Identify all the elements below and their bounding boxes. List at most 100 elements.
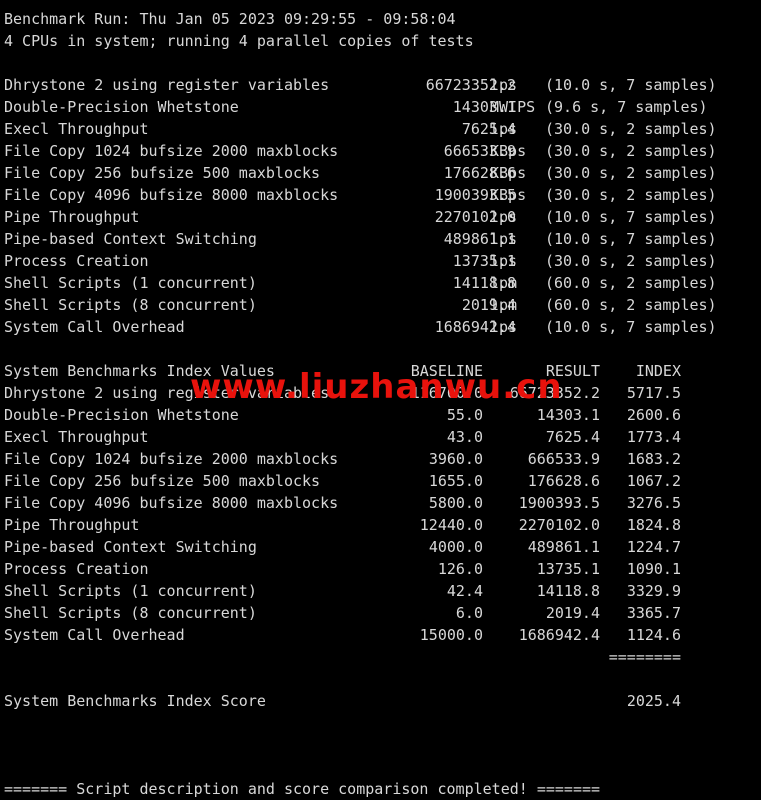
index-score-row: System Benchmarks Index Score 2025.4 xyxy=(4,690,761,712)
result-name: File Copy 256 bufsize 500 maxblocks xyxy=(4,164,321,182)
result-unit: lps xyxy=(490,76,518,94)
index-row-result: 176628.6 xyxy=(527,472,600,490)
index-row-index: 1224.7 xyxy=(626,538,681,556)
result-samples: (30.0 s, 2 samples) xyxy=(545,252,717,270)
index-row-baseline: 12440.0 xyxy=(419,516,483,534)
index-row-name: File Copy 1024 bufsize 2000 maxblocks xyxy=(4,450,339,468)
result-samples: (60.0 s, 2 samples) xyxy=(545,296,717,314)
result-row: Double-Precision Whetstone 14303.1 MWIPS (9… xyxy=(4,96,761,118)
index-row-index: 1090.1 xyxy=(626,560,681,578)
index-row: File Copy 256 bufsize 500 maxblocks 1655.… xyxy=(4,470,761,492)
result-row: File Copy 4096 bufsize 8000 maxblocks 190… xyxy=(4,184,761,206)
index-row-name: File Copy 4096 bufsize 8000 maxblocks xyxy=(4,494,339,512)
index-row: Execl Throughput 43.0 7625.4 1773.4 xyxy=(4,426,761,448)
index-row-index: 2600.6 xyxy=(626,406,681,424)
result-name: Shell Scripts (1 concurrent) xyxy=(4,274,257,292)
result-unit: lps xyxy=(490,252,518,270)
index-row: Shell Scripts (1 concurrent) 42.4 14118.8 3… xyxy=(4,580,761,602)
result-samples: (10.0 s, 7 samples) xyxy=(545,230,717,248)
index-separator-row: ======== xyxy=(4,646,761,668)
index-row-index: 1773.4 xyxy=(626,428,681,446)
index-row: Pipe Throughput 12440.0 2270102.0 1824.8 xyxy=(4,514,761,536)
index-row-name: Process Creation xyxy=(4,560,149,578)
result-unit: lps xyxy=(490,208,518,226)
raw-results-list: Dhrystone 2 using register variables 6672… xyxy=(4,74,761,338)
index-row-result: 666533.9 xyxy=(527,450,600,468)
result-name: Dhrystone 2 using register variables xyxy=(4,76,330,94)
index-row-result: 7625.4 xyxy=(545,428,600,446)
index-row-result: 1686942.4 xyxy=(518,626,600,644)
result-row: System Call Overhead 1686942.4 lps (10.0 s,… xyxy=(4,316,761,338)
result-samples: (60.0 s, 2 samples) xyxy=(545,274,717,292)
index-row-result: 14118.8 xyxy=(536,582,600,600)
index-row-result: 14303.1 xyxy=(536,406,600,424)
result-samples: (30.0 s, 2 samples) xyxy=(545,186,717,204)
index-row-result: 489861.1 xyxy=(527,538,600,556)
index-row-name: System Call Overhead xyxy=(4,626,185,644)
index-row-index: 3276.5 xyxy=(626,494,681,512)
watermark-text: www.liuzhanwu.cn xyxy=(190,367,563,407)
result-unit: lps xyxy=(490,230,518,248)
index-row-baseline: 42.4 xyxy=(446,582,483,600)
result-unit: MWIPS xyxy=(490,98,536,116)
index-row: Process Creation 126.0 13735.1 1090.1 xyxy=(4,558,761,580)
index-row-index: 1067.2 xyxy=(626,472,681,490)
result-unit: lps xyxy=(490,120,518,138)
result-samples: (30.0 s, 2 samples) xyxy=(545,120,717,138)
index-row-index: 1124.6 xyxy=(626,626,681,644)
index-row-name: Shell Scripts (1 concurrent) xyxy=(4,582,257,600)
index-row-baseline: 1655.0 xyxy=(428,472,483,490)
index-row-baseline: 4000.0 xyxy=(428,538,483,556)
index-row-baseline: 126.0 xyxy=(437,560,483,578)
index-row-index: 1824.8 xyxy=(626,516,681,534)
index-row-result: 2270102.0 xyxy=(518,516,600,534)
cpu-info-line: 4 CPUs in system; running 4 parallel cop… xyxy=(4,32,474,50)
index-row: File Copy 1024 bufsize 2000 maxblocks 396… xyxy=(4,448,761,470)
result-unit: KBps xyxy=(490,164,527,182)
index-row-name: File Copy 256 bufsize 500 maxblocks xyxy=(4,472,321,490)
index-table-rows: Dhrystone 2 using register variables 1167… xyxy=(4,382,761,646)
completion-line: ======= Script description and score com… xyxy=(4,780,601,798)
result-unit: lpm xyxy=(490,296,518,314)
index-row-name: Double-Precision Whetstone xyxy=(4,406,239,424)
index-row-index: 5717.5 xyxy=(626,384,681,402)
result-name: File Copy 1024 bufsize 2000 maxblocks xyxy=(4,142,339,160)
result-row: Shell Scripts (1 concurrent) 14118.8 lpm (6… xyxy=(4,272,761,294)
result-unit: lps xyxy=(490,318,518,336)
index-row-name: Pipe Throughput xyxy=(4,516,140,534)
index-row-name: Pipe-based Context Switching xyxy=(4,538,257,556)
result-row: File Copy 256 bufsize 500 maxblocks 17662… xyxy=(4,162,761,184)
result-row: File Copy 1024 bufsize 2000 maxblocks 666… xyxy=(4,140,761,162)
index-row-baseline: 6.0 xyxy=(455,604,483,622)
index-score-label: System Benchmarks Index Score xyxy=(4,692,266,710)
result-samples: (30.0 s, 2 samples) xyxy=(545,164,717,182)
result-name: Double-Precision Whetstone xyxy=(4,98,239,116)
result-samples: (9.6 s, 7 samples) xyxy=(545,98,708,116)
index-row-result: 1900393.5 xyxy=(518,494,600,512)
result-name: System Call Overhead xyxy=(4,318,185,336)
index-row-result: 2019.4 xyxy=(545,604,600,622)
result-name: Pipe-based Context Switching xyxy=(4,230,257,248)
result-samples: (10.0 s, 7 samples) xyxy=(545,318,717,336)
index-row-name: Execl Throughput xyxy=(4,428,149,446)
index-row-index: 1683.2 xyxy=(626,450,681,468)
result-name: Shell Scripts (8 concurrent) xyxy=(4,296,257,314)
index-column-header: INDEX xyxy=(635,362,681,380)
result-unit: KBps xyxy=(490,142,527,160)
result-name: Process Creation xyxy=(4,252,149,270)
result-unit: KBps xyxy=(490,186,527,204)
index-row-name: Shell Scripts (8 concurrent) xyxy=(4,604,257,622)
index-separator: ======== xyxy=(608,648,681,666)
index-row: Double-Precision Whetstone 55.0 14303.1 260… xyxy=(4,404,761,426)
result-row: Dhrystone 2 using register variables 6672… xyxy=(4,74,761,96)
index-row-baseline: 15000.0 xyxy=(419,626,483,644)
result-name: Execl Throughput xyxy=(4,120,149,138)
index-row-baseline: 3960.0 xyxy=(428,450,483,468)
result-samples: (10.0 s, 7 samples) xyxy=(545,208,717,226)
index-row-baseline: 55.0 xyxy=(446,406,483,424)
index-row: Pipe-based Context Switching 4000.0 489861… xyxy=(4,536,761,558)
result-name: Pipe Throughput xyxy=(4,208,140,226)
